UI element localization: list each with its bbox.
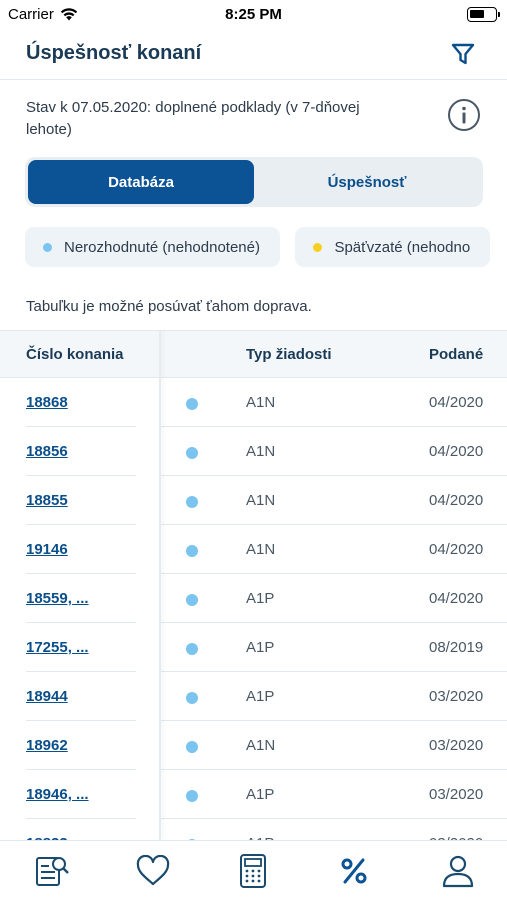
legend-label: Späťvzaté (nehodno bbox=[334, 238, 471, 256]
filed-date-cell: 03/2020 bbox=[429, 737, 484, 754]
request-type-cell: A1N bbox=[246, 492, 276, 509]
proceeding-number-link[interactable]: 18855 bbox=[26, 492, 68, 509]
filed-date-cell: 04/2020 bbox=[429, 492, 484, 509]
table-row[interactable]: 18559, ... A1P 04/2020 bbox=[0, 574, 507, 623]
status-dot bbox=[186, 545, 198, 557]
legend-chip-withdrawn[interactable]: Späťvzaté (nehodno bbox=[295, 227, 491, 267]
request-type-cell: A1P bbox=[246, 688, 275, 705]
calculator-icon bbox=[240, 854, 266, 888]
table-row[interactable]: 18855 A1N 04/2020 bbox=[0, 476, 507, 525]
profile-icon bbox=[442, 855, 474, 888]
battery-icon bbox=[467, 7, 500, 22]
percent-icon bbox=[341, 858, 367, 884]
tab-favorites[interactable] bbox=[133, 853, 173, 889]
status-info-text: Stav k 07.05.2020: doplnené podklady (v … bbox=[26, 99, 360, 138]
documents-search-icon bbox=[36, 857, 69, 886]
status-dot bbox=[186, 741, 198, 753]
filed-date-cell: 03/2020 bbox=[429, 688, 484, 705]
proceeding-number-link[interactable]: 18962 bbox=[26, 737, 68, 754]
view-segmented-control: Databáza Úspešnosť bbox=[25, 157, 483, 207]
column-header-id[interactable]: Číslo konania bbox=[26, 346, 124, 363]
info-icon bbox=[448, 99, 480, 131]
proceeding-number-link[interactable]: 18868 bbox=[26, 394, 68, 411]
column-header-type[interactable]: Typ žiadosti bbox=[246, 346, 332, 363]
filter-button[interactable] bbox=[449, 40, 477, 68]
table-row[interactable]: 18944 A1P 03/2020 bbox=[0, 672, 507, 721]
tab-databaza[interactable]: Databáza bbox=[28, 160, 254, 204]
status-dot-undecided bbox=[43, 242, 52, 252]
request-type-cell: A1N bbox=[246, 737, 276, 754]
filed-date-cell: 04/2020 bbox=[429, 443, 484, 460]
proceeding-number-link[interactable]: 17255, ... bbox=[26, 639, 89, 656]
table-row[interactable]: 18868 A1N 04/2020 bbox=[0, 378, 507, 427]
request-type-cell: A1N bbox=[246, 443, 276, 460]
tab-uspesnost[interactable]: Úspešnosť bbox=[254, 160, 480, 204]
table-row[interactable]: 19146 A1N 04/2020 bbox=[0, 525, 507, 574]
status-dot bbox=[186, 447, 198, 459]
status-bar: Carrier 8:25 PM bbox=[0, 0, 507, 30]
filed-date-cell: 04/2020 bbox=[429, 394, 484, 411]
tab-calculator[interactable] bbox=[233, 853, 273, 889]
fixed-column-divider bbox=[159, 330, 161, 840]
tab-profile[interactable] bbox=[438, 853, 478, 889]
request-type-cell: A1P bbox=[246, 786, 275, 803]
status-dot bbox=[186, 594, 198, 606]
filed-date-cell: 08/2019 bbox=[429, 639, 484, 656]
table-row[interactable]: 18856 A1N 04/2020 bbox=[0, 427, 507, 476]
table-row[interactable]: 18946, ... A1P 03/2020 bbox=[0, 770, 507, 819]
column-header-filed[interactable]: Podané bbox=[429, 346, 483, 363]
proceeding-number-link[interactable]: 19146 bbox=[26, 541, 68, 558]
proceeding-number-link[interactable]: 18944 bbox=[26, 688, 68, 705]
request-type-cell: A1P bbox=[246, 639, 275, 656]
legend-chip-undecided[interactable]: Nerozhodnuté (nehodnotené) bbox=[25, 227, 280, 267]
request-type-cell: A1N bbox=[246, 541, 276, 558]
filter-icon bbox=[451, 43, 475, 65]
table-row[interactable]: 18833A1P03/2020 bbox=[0, 819, 507, 840]
tab-documents[interactable] bbox=[32, 853, 72, 889]
status-dot bbox=[186, 398, 198, 410]
request-type-cell: A1P bbox=[246, 590, 275, 607]
table-header: Číslo konania Typ žiadosti Podané bbox=[0, 330, 507, 378]
legend-label: Nerozhodnuté (nehodnotené) bbox=[64, 238, 260, 256]
filed-date-cell: 04/2020 bbox=[429, 590, 484, 607]
status-dot-withdrawn bbox=[313, 242, 323, 252]
table-row[interactable]: 18962 A1N 03/2020 bbox=[0, 721, 507, 770]
proceedings-table[interactable]: Číslo konania Typ žiadosti Podané 18868 A… bbox=[0, 330, 507, 840]
info-button[interactable] bbox=[447, 98, 481, 132]
status-dot bbox=[186, 790, 198, 802]
scroll-hint: Tabuľku je možné posúvať ťahom doprava. bbox=[26, 298, 312, 315]
table-row[interactable]: 17255, ... A1P 08/2019 bbox=[0, 623, 507, 672]
status-dot bbox=[186, 496, 198, 508]
tab-success-rate[interactable] bbox=[334, 853, 374, 889]
tab-bar bbox=[0, 840, 507, 900]
heart-icon bbox=[136, 855, 170, 886]
clock: 8:25 PM bbox=[225, 6, 282, 23]
proceeding-number-link[interactable]: 18946, ... bbox=[26, 786, 89, 803]
request-type-cell: A1N bbox=[246, 394, 276, 411]
filed-date-cell: 03/2020 bbox=[429, 786, 484, 803]
proceeding-number-link[interactable]: 18559, ... bbox=[26, 590, 89, 607]
status-dot bbox=[186, 692, 198, 704]
page-title: Úspešnosť konaní bbox=[26, 42, 202, 64]
proceeding-number-link[interactable]: 18856 bbox=[26, 443, 68, 460]
legend-chips: Nerozhodnuté (nehodnotené) Späťvzaté (ne… bbox=[25, 227, 507, 269]
filed-date-cell: 04/2020 bbox=[429, 541, 484, 558]
status-dot bbox=[186, 643, 198, 655]
nav-header: Úspešnosť konaní bbox=[0, 30, 507, 80]
